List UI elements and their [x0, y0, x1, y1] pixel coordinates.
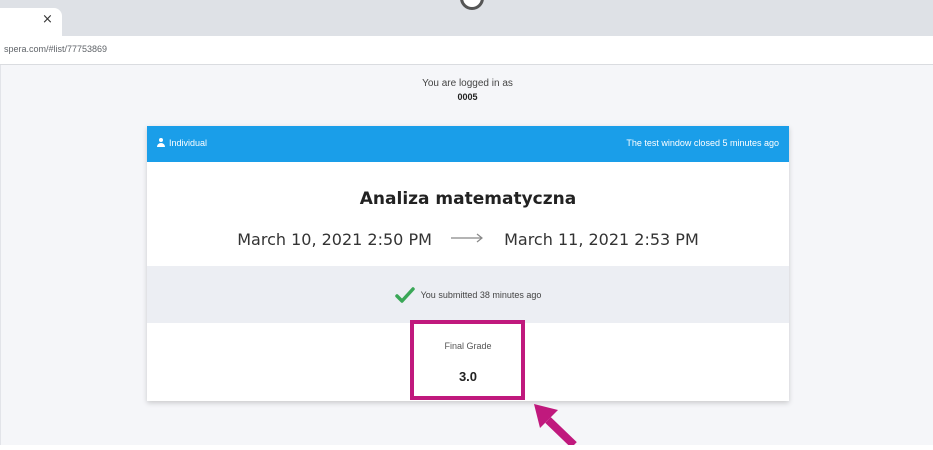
checkmark-icon	[394, 287, 415, 305]
card-header: Individual The test window closed 5 minu…	[147, 126, 789, 162]
new-tab-icon[interactable]	[460, 0, 484, 10]
arrow-right-icon	[451, 229, 485, 243]
annotation-highlight-box	[410, 320, 525, 400]
login-label: You are logged in as	[422, 78, 513, 89]
annotation-arrow-icon	[528, 398, 608, 450]
test-title: Analiza matematyczna	[359, 189, 577, 209]
address-bar[interactable]: spera.com/#list/77753869	[0, 36, 933, 65]
submission-status-band: You submitted 38 minutes ago	[147, 266, 789, 323]
window-status: The test window closed 5 minutes ago	[626, 138, 779, 148]
mode-badge: Individual	[157, 138, 207, 148]
submission-text: You submitted 38 minutes ago	[420, 290, 542, 300]
browser-tab[interactable]: ×	[0, 8, 62, 36]
user-icon	[157, 138, 165, 147]
close-icon[interactable]: ×	[42, 12, 53, 27]
mode-label: Individual	[169, 138, 208, 148]
submission-status: You submitted 38 minutes ago	[147, 287, 789, 305]
end-date: March 11, 2021 2:53 PM	[504, 230, 699, 249]
tab-strip: ×	[0, 0, 933, 36]
url-text[interactable]: spera.com/#list/77753869	[4, 44, 107, 54]
login-user: 0005	[457, 92, 478, 102]
start-date: March 10, 2021 2:50 PM	[237, 230, 432, 249]
test-dates: March 10, 2021 2:50 PM March 11, 2021 2:…	[147, 229, 789, 249]
